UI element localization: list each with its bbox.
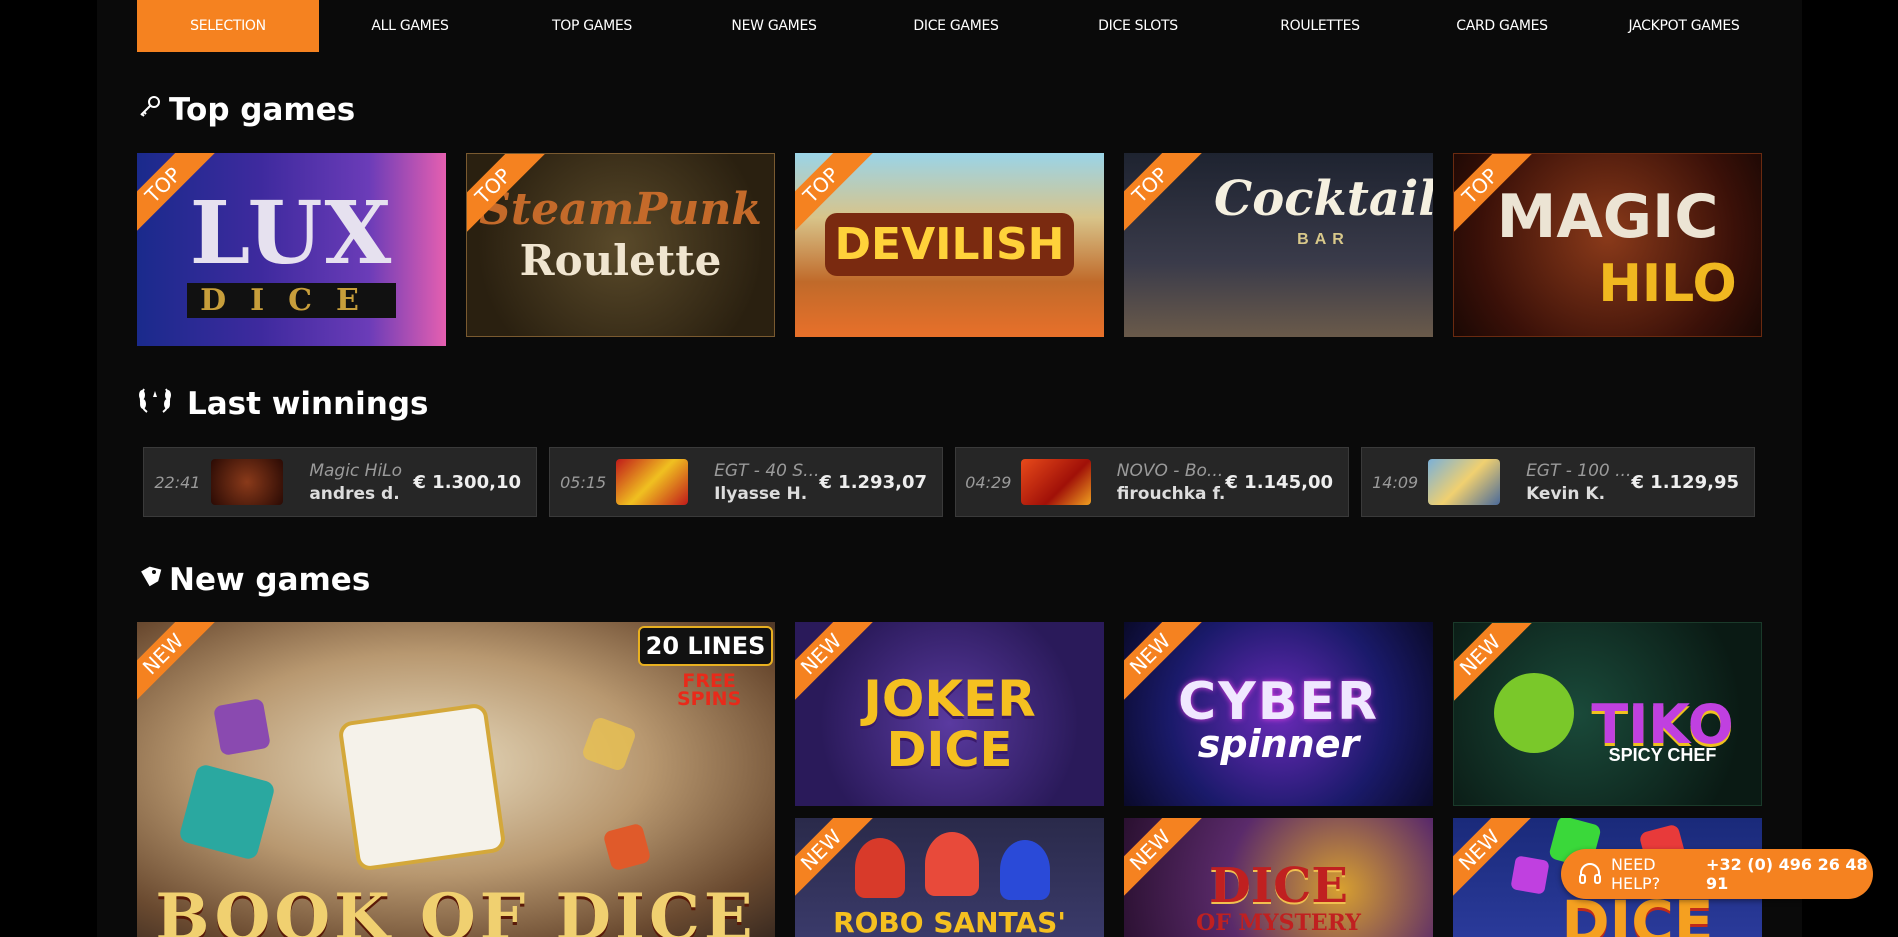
help-button[interactable]: NEED HELP? +32 (0) 496 26 48 91 bbox=[1561, 849, 1873, 899]
nav-new-games[interactable]: NEW GAMES bbox=[683, 0, 865, 52]
game-tile-cocktail-bar[interactable]: Cocktail BAR TOP bbox=[1124, 153, 1433, 337]
win-amount: € 1.129,95 bbox=[1631, 471, 1739, 493]
game-title: SteamPunk bbox=[479, 184, 762, 235]
santa-illustration bbox=[855, 838, 905, 898]
win-game-thumbnail bbox=[210, 459, 284, 505]
dice-illustration bbox=[213, 698, 271, 756]
headset-icon bbox=[1577, 861, 1603, 887]
top-games-title: Top games bbox=[169, 92, 356, 128]
win-amount: € 1.300,10 bbox=[413, 471, 521, 493]
game-title: MAGIC bbox=[1496, 182, 1719, 252]
nav-selection[interactable]: SELECTION bbox=[137, 0, 319, 52]
nav-card-games[interactable]: CARD GAMES bbox=[1411, 0, 1593, 52]
laurel-icon bbox=[137, 385, 173, 423]
game-tile-book-of-dice[interactable]: 20 LINES FREE SPINS BOOK OF DICE NEW bbox=[137, 622, 775, 937]
free-spins-badge: FREE SPINS bbox=[677, 672, 742, 710]
game-subtitle: OF MYSTERY bbox=[1196, 910, 1361, 936]
game-title: BOOK OF DICE bbox=[155, 880, 757, 937]
game-title: Cocktail bbox=[1214, 171, 1433, 227]
lines-badge: 20 LINES bbox=[638, 626, 773, 666]
dice-illustration bbox=[580, 715, 638, 773]
win-game-thumbnail bbox=[616, 459, 689, 505]
top-ribbon: TOP bbox=[1124, 153, 1203, 238]
game-subtitle: SPICY CHEF bbox=[1608, 745, 1717, 765]
win-amount: € 1.293,07 bbox=[819, 471, 927, 493]
new-ribbon: NEW bbox=[137, 622, 216, 707]
nav-all-games[interactable]: ALL GAMES bbox=[319, 0, 501, 52]
free-spins-line2: SPINS bbox=[677, 688, 742, 710]
win-game-thumbnail bbox=[1428, 459, 1501, 505]
new-games-heading: New games bbox=[137, 562, 370, 598]
game-subtitle: DICE bbox=[886, 722, 1013, 778]
game-tile-robo-santas[interactable]: ROBO SANTAS' NEW bbox=[795, 818, 1104, 937]
win-user: Ilyasse H. bbox=[714, 483, 808, 504]
new-games-title: New games bbox=[169, 562, 371, 598]
game-subtitle: BAR bbox=[1297, 231, 1350, 248]
game-tile-tiko-spicy-chef[interactable]: TIKO SPICY CHEF NEW bbox=[1453, 622, 1762, 806]
tag-icon bbox=[137, 562, 163, 598]
dice-illustration bbox=[337, 702, 507, 872]
win-amount: € 1.145,00 bbox=[1225, 471, 1333, 493]
win-game-name: EGT - 40 S... bbox=[714, 460, 820, 481]
winning-card[interactable]: 04:29 NOVO - Bo... firouchka f. € 1.145,… bbox=[955, 447, 1349, 517]
page: SELECTION ALL GAMES TOP GAMES NEW GAMES … bbox=[97, 0, 1802, 937]
win-user: Kevin K. bbox=[1526, 483, 1606, 504]
nav-top-games[interactable]: TOP GAMES bbox=[501, 0, 683, 52]
win-user: andres d. bbox=[309, 483, 400, 504]
win-time: 22:41 bbox=[154, 472, 201, 492]
game-title: LUX bbox=[189, 183, 394, 284]
game-tile-devilish[interactable]: DEVILISH TOP bbox=[795, 153, 1104, 337]
top-games-heading: Top games bbox=[137, 92, 355, 128]
win-time: 14:09 bbox=[1372, 472, 1419, 492]
nav-dice-slots[interactable]: DICE SLOTS bbox=[1047, 0, 1229, 52]
last-winnings-title: Last winnings bbox=[187, 386, 429, 422]
game-title: DEVILISH bbox=[825, 213, 1074, 276]
game-tile-dice-of-mystery[interactable]: DICE OF MYSTERY NEW bbox=[1124, 818, 1433, 937]
game-tile-magic-hilo[interactable]: MAGIC HILO TOP bbox=[1453, 153, 1762, 337]
dice-illustration bbox=[178, 763, 276, 861]
nav-dice-games[interactable]: DICE GAMES bbox=[865, 0, 1047, 52]
santa-illustration bbox=[925, 832, 979, 896]
key-icon bbox=[137, 92, 163, 128]
game-title: DICE bbox=[1209, 858, 1348, 914]
category-nav: SELECTION ALL GAMES TOP GAMES NEW GAMES … bbox=[137, 0, 1775, 52]
game-tile-steampunk-roulette[interactable]: SteamPunk Roulette TOP bbox=[466, 153, 775, 337]
chameleon-illustration bbox=[1494, 673, 1574, 753]
win-user: firouchka f. bbox=[1116, 483, 1226, 504]
last-winnings-heading: Last winnings bbox=[137, 385, 428, 423]
win-game-thumbnail bbox=[1020, 459, 1091, 505]
win-game-name: NOVO - Bo... bbox=[1116, 460, 1224, 481]
help-label: NEED HELP? bbox=[1611, 855, 1661, 893]
game-subtitle: Roulette bbox=[519, 236, 722, 285]
winning-card[interactable]: 05:15 EGT - 40 S... Ilyasse H. € 1.293,0… bbox=[549, 447, 943, 517]
win-time: 05:15 bbox=[560, 472, 607, 492]
game-title: JOKER bbox=[863, 670, 1036, 728]
game-tile-lux-dice[interactable]: LUX DICE TOP bbox=[137, 153, 446, 346]
nav-roulettes[interactable]: ROULETTES bbox=[1229, 0, 1411, 52]
game-subtitle: HILO bbox=[1598, 254, 1737, 314]
dice-illustration bbox=[602, 822, 652, 872]
santa-illustration bbox=[1000, 840, 1050, 900]
win-game-name: EGT - 100 ... bbox=[1526, 460, 1632, 481]
win-time: 04:29 bbox=[965, 472, 1012, 492]
game-tile-cyber-spinner[interactable]: CYBER spinner NEW bbox=[1124, 622, 1433, 806]
winning-card[interactable]: 22:41 Magic HiLo andres d. € 1.300,10 bbox=[143, 447, 537, 517]
game-tile-joker-dice[interactable]: JOKER DICE NEW bbox=[795, 622, 1104, 806]
winning-card[interactable]: 14:09 EGT - 100 ... Kevin K. € 1.129,95 bbox=[1361, 447, 1755, 517]
nav-jackpot-games[interactable]: JACKPOT GAMES bbox=[1593, 0, 1775, 52]
win-game-name: Magic HiLo bbox=[309, 460, 403, 481]
game-title: ROBO SANTAS' bbox=[833, 906, 1066, 937]
help-phone[interactable]: +32 (0) 496 26 48 91 bbox=[1706, 855, 1873, 893]
game-subtitle: spinner bbox=[1197, 722, 1360, 766]
game-subtitle: DICE bbox=[187, 283, 396, 318]
